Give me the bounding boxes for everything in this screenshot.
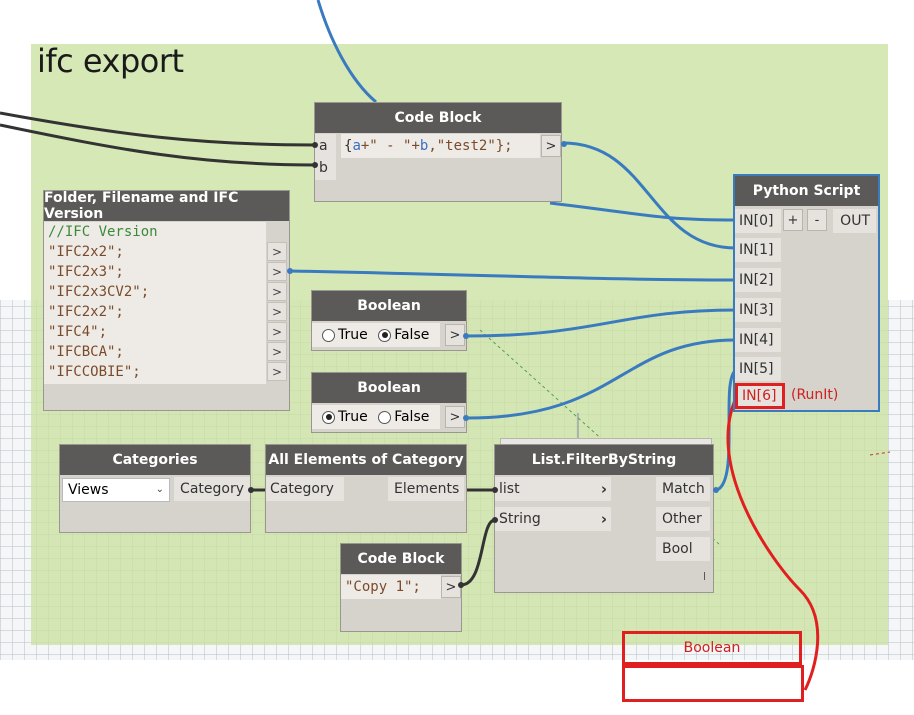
code-editor[interactable]: "Copy 1"; xyxy=(341,575,441,599)
node-header[interactable]: Code Block xyxy=(341,544,461,574)
ifc-item: "IFC2x2"; xyxy=(48,304,124,320)
node-header[interactable]: Boolean xyxy=(312,373,466,403)
output-port[interactable]: > xyxy=(267,282,287,301)
port-in6[interactable]: IN[6] xyxy=(735,383,785,409)
port-elements-out[interactable]: Elements xyxy=(388,477,464,501)
node-header[interactable]: Folder, Filename and IFC Version xyxy=(44,190,289,222)
port-in1[interactable]: IN[1] xyxy=(735,238,781,262)
false-label: False xyxy=(394,409,430,425)
ifc-item: "IFC2x3CV2"; xyxy=(48,284,150,300)
port-dot xyxy=(312,142,318,148)
code-block-node-2[interactable]: Code Block "Copy 1"; > xyxy=(340,543,462,632)
boolean-toggle[interactable]: True False xyxy=(312,323,440,347)
port-in2[interactable]: IN[2] xyxy=(735,268,781,292)
code-block-node[interactable]: Code Block a b {a+" - "+b,"test2"}; > xyxy=(314,102,562,202)
port-category-in[interactable]: Category xyxy=(266,477,344,501)
radio-true[interactable] xyxy=(322,328,335,342)
port-dot xyxy=(458,582,464,588)
output-port[interactable]: > xyxy=(267,342,287,361)
output-port[interactable]: > xyxy=(541,135,561,157)
output-port[interactable]: > xyxy=(267,302,287,321)
lacing-indicator[interactable]: l xyxy=(703,570,706,583)
code-var-a: a xyxy=(352,138,361,154)
ifc-item: "IFCBCA"; xyxy=(48,344,124,360)
python-script-node[interactable]: Python Script IN[0] + - OUT IN[1] IN[2] … xyxy=(733,174,880,412)
port-in3[interactable]: IN[3] xyxy=(735,298,781,322)
filter-by-string-node[interactable]: List.FilterByString list › String › Match … xyxy=(494,444,714,593)
port-other[interactable]: Other xyxy=(656,507,710,531)
port-a[interactable]: a xyxy=(315,134,336,158)
output-port[interactable]: > xyxy=(445,406,465,428)
remove-input-button[interactable]: - xyxy=(807,209,827,231)
ifc-item: "IFC4"; xyxy=(48,324,108,340)
output-port[interactable]: > xyxy=(267,262,287,281)
ifc-item: "IFC2x3"; xyxy=(48,264,124,280)
chevron-right-icon: › xyxy=(600,480,607,498)
port-string-label: String xyxy=(499,511,541,527)
port-bool[interactable]: Bool xyxy=(656,537,710,561)
port-out[interactable]: OUT xyxy=(833,209,876,233)
port-dot xyxy=(463,333,469,339)
port-dot xyxy=(312,162,318,168)
category-dropdown[interactable]: Views ⌄ xyxy=(62,478,170,502)
code-list-area[interactable]: //IFC Version "IFC2x2"; "IFC2x3"; "IFC2x… xyxy=(44,222,266,384)
boolean-toggle[interactable]: True False xyxy=(312,405,440,429)
port-dot xyxy=(561,141,567,147)
true-label: True xyxy=(338,409,368,425)
add-input-button[interactable]: + xyxy=(783,209,803,231)
radio-true[interactable] xyxy=(322,410,335,424)
port-list[interactable]: list › xyxy=(495,477,611,501)
port-category-out[interactable]: Category xyxy=(174,477,250,501)
output-port[interactable]: > xyxy=(267,242,287,261)
ifc-comment: //IFC Version xyxy=(48,224,158,240)
code-tail: ,"test2"}; xyxy=(428,138,513,154)
folder-filename-node[interactable]: Folder, Filename and IFC Version //IFC V… xyxy=(43,190,290,411)
node-header[interactable]: Boolean xyxy=(312,291,466,321)
ifc-item: "IFC2x2"; xyxy=(48,244,124,260)
all-elements-node[interactable]: All Elements of Category Category Elemen… xyxy=(265,444,467,533)
output-port[interactable]: > xyxy=(267,362,287,381)
port-dot xyxy=(713,487,719,493)
radio-false[interactable] xyxy=(378,410,392,424)
false-label: False xyxy=(394,327,430,343)
port-dot xyxy=(492,517,498,523)
node-header[interactable]: All Elements of Category xyxy=(266,445,466,475)
chevron-right-icon: › xyxy=(600,510,607,528)
annotation-boolean-header: Boolean xyxy=(622,631,802,665)
port-in5[interactable]: IN[5] xyxy=(735,357,781,381)
port-dot xyxy=(492,487,498,493)
output-port[interactable]: > xyxy=(445,324,465,346)
radio-false[interactable] xyxy=(378,328,392,342)
annotation-boolean-body xyxy=(622,665,804,702)
code-string: +" - "+ xyxy=(360,138,420,154)
port-dot xyxy=(287,268,293,274)
chevron-down-icon: ⌄ xyxy=(155,484,164,495)
output-port[interactable]: > xyxy=(267,322,287,341)
categories-node[interactable]: Categories Views ⌄ Category xyxy=(59,444,251,533)
port-list-label: list xyxy=(499,481,520,497)
runit-label: (RunIt) xyxy=(791,387,839,403)
node-header[interactable]: Code Block xyxy=(315,103,561,133)
port-dot xyxy=(463,415,469,421)
node-header[interactable]: List.FilterByString xyxy=(495,445,713,475)
code-editor[interactable]: {a+" - "+b,"test2"}; xyxy=(341,134,540,158)
port-match[interactable]: Match xyxy=(656,477,710,501)
group-title[interactable]: ifc export xyxy=(37,42,184,80)
node-header[interactable]: Categories xyxy=(60,445,250,475)
port-dot xyxy=(248,487,254,493)
boolean-node[interactable]: Boolean True False > xyxy=(311,372,467,433)
port-string[interactable]: String › xyxy=(495,507,611,531)
port-in0[interactable]: IN[0] xyxy=(735,209,781,233)
boolean-node[interactable]: Boolean True False > xyxy=(311,290,467,351)
dropdown-value: Views xyxy=(68,482,109,498)
port-b[interactable]: b xyxy=(315,156,336,180)
node-header[interactable]: Python Script xyxy=(735,176,878,206)
true-label: True xyxy=(338,327,368,343)
ifc-item: "IFCCOBIE"; xyxy=(48,364,141,380)
port-in4[interactable]: IN[4] xyxy=(735,328,781,352)
